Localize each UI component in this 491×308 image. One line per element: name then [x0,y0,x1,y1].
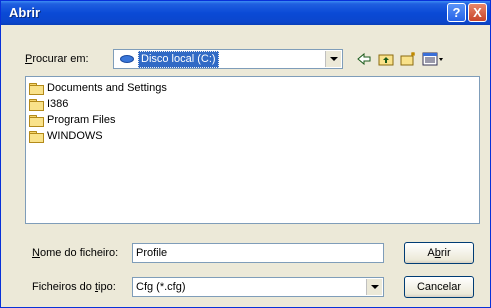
folder-icon [29,115,44,127]
view-menu-icon[interactable] [422,51,444,67]
arrow-left-icon[interactable] [356,51,372,67]
folder-icon [29,83,44,95]
lookin-label: Procurar em: [25,53,89,65]
drive-icon [120,55,134,63]
filetype-value: Cfg (*.cfg) [136,281,186,293]
folder-icon [29,131,44,143]
help-button[interactable]: ? [447,3,466,22]
title-bar: Abrir ? X [1,1,490,25]
window-title: Abrir [9,5,41,20]
filetype-label: Ficheiros do tipo: [32,281,116,293]
lookin-dropdown[interactable]: Disco local (C:) [113,49,343,69]
lookin-value: Disco local (C:) [138,51,219,68]
folder-up-icon[interactable] [378,51,394,67]
file-list[interactable]: Documents and Settings I386 Program File… [25,76,480,224]
lookin-dropdown-arrow[interactable] [325,51,341,67]
cancel-button[interactable]: Cancelar [404,276,474,298]
folder-icon [29,99,44,111]
filename-input[interactable]: Profile [132,243,384,263]
filename-label: Nome do ficheiro: [32,247,119,259]
open-button[interactable]: Abrir [404,242,474,264]
filetype-dropdown[interactable]: Cfg (*.cfg) [132,277,384,297]
new-folder-icon[interactable] [400,51,416,67]
close-button[interactable]: X [468,3,487,22]
filetype-dropdown-arrow[interactable] [366,279,382,295]
open-dialog: Abrir ? X Procurar em: Disco local (C:) … [0,0,491,308]
